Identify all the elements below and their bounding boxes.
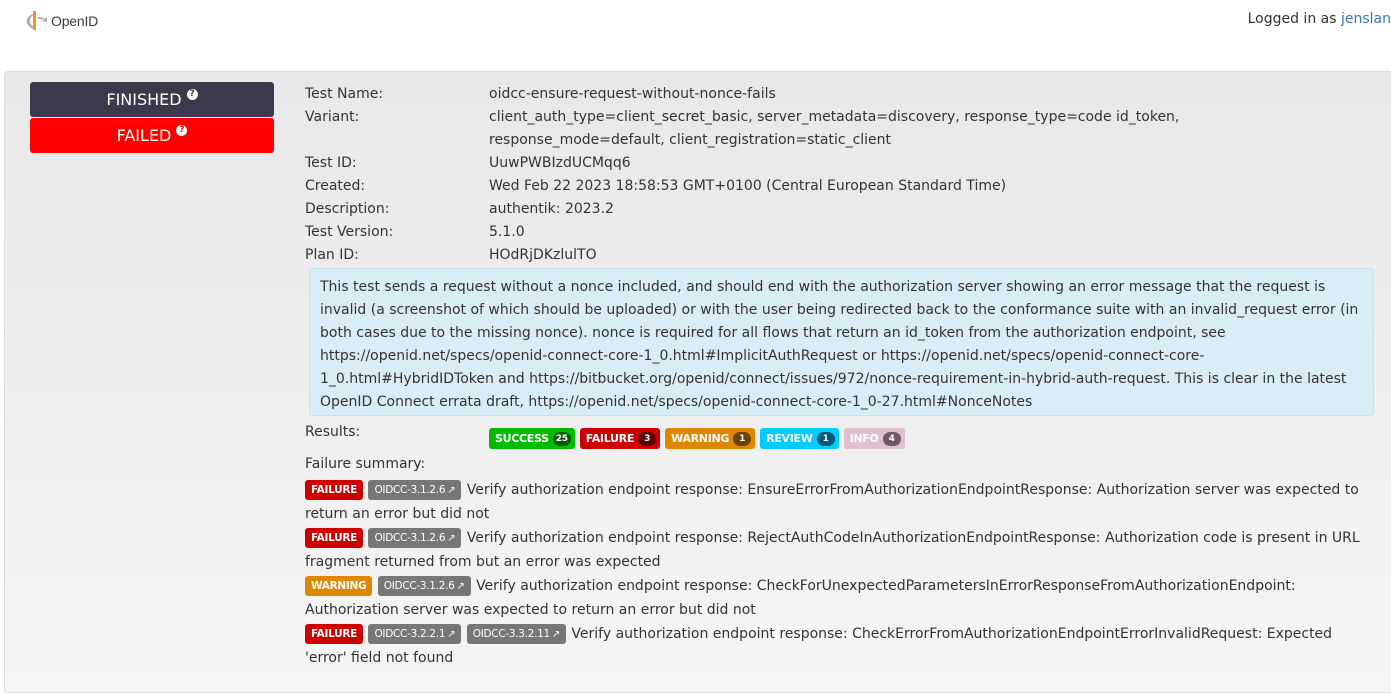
detail-label: Plan ID: bbox=[305, 247, 359, 263]
badge-count: 4 bbox=[882, 431, 901, 446]
failure-summary-item: FAILURE OIDCC-3.1.2.6 ↗ Verify authorizat… bbox=[305, 478, 1365, 526]
result-badge-review[interactable]: REVIEW 1 bbox=[760, 428, 839, 449]
detail-value: Wed Feb 22 2023 18:58:53 GMT+0100 (Centr… bbox=[489, 178, 1007, 194]
result-badge-failure[interactable]: FAILURE 3 bbox=[579, 428, 661, 449]
spec-reference-label: OIDCC-3.1.2.6 bbox=[374, 484, 446, 496]
badge-label: WARNING bbox=[671, 432, 730, 445]
link-icon: ↗ bbox=[447, 533, 456, 544]
failure-summary-item: FAILURE OIDCC-3.2.2.1 ↗ OIDCC-3.3.2.11 ↗ V… bbox=[305, 622, 1365, 670]
detail-label: Test Version: bbox=[305, 224, 394, 240]
detail-row-test-name: Test Name: oidcc-ensure-request-without-… bbox=[305, 83, 1385, 106]
link-icon: ↗ bbox=[447, 629, 456, 640]
top-bar: OpenID Logged in as jenslan bbox=[0, 0, 1391, 70]
username-link[interactable]: jenslan bbox=[1341, 11, 1391, 27]
detail-value[interactable]: HOdRjDKzlulTO bbox=[489, 244, 1385, 267]
failure-summary-item: FAILURE OIDCC-3.1.2.6 ↗ Verify authorizat… bbox=[305, 526, 1365, 574]
detail-value: oidcc-ensure-request-without-nonce-fails bbox=[489, 86, 776, 102]
logo-text: OpenID bbox=[51, 13, 99, 29]
failure-summary-list: FAILURE OIDCC-3.1.2.6 ↗ Verify authorizat… bbox=[305, 478, 1365, 670]
link-icon: ↗ bbox=[447, 485, 456, 496]
spec-reference-link[interactable]: OIDCC-3.1.2.6 ↗ bbox=[377, 576, 471, 596]
badge-count: 1 bbox=[733, 431, 752, 446]
help-icon[interactable]: ? bbox=[186, 89, 198, 100]
badge-count: 25 bbox=[552, 431, 571, 446]
status-failed: FAILED ? bbox=[30, 118, 274, 153]
level-badge-failure[interactable]: FAILURE bbox=[305, 480, 364, 500]
openid-logo-icon bbox=[26, 11, 47, 30]
badge-label: SUCCESS bbox=[495, 432, 549, 445]
detail-label: Variant: bbox=[305, 109, 360, 125]
badge-label: FAILURE bbox=[585, 432, 635, 445]
failure-message: Verify authorization endpoint response: … bbox=[305, 530, 1360, 570]
link-icon: ↗ bbox=[456, 581, 465, 592]
failure-summary-item: WARNING OIDCC-3.1.2.6 ↗ Verify authorizat… bbox=[305, 574, 1365, 622]
result-badge-info[interactable]: INFO 4 bbox=[843, 428, 905, 449]
detail-row-test-id: Test ID: UuwPWBIzdUCMqq6 bbox=[305, 152, 1385, 175]
results-label: Results: bbox=[305, 424, 361, 440]
spec-reference-label: OIDCC-3.2.2.1 bbox=[374, 628, 446, 640]
test-details: Test Name: oidcc-ensure-request-without-… bbox=[305, 83, 1385, 267]
spec-reference-link[interactable]: OIDCC-3.2.2.1 ↗ bbox=[368, 624, 462, 644]
level-badge-failure[interactable]: FAILURE bbox=[305, 528, 364, 548]
badge-count: 1 bbox=[816, 431, 835, 446]
detail-value: 5.1.0 bbox=[489, 224, 525, 240]
detail-row-plan-id: Plan ID: HOdRjDKzlulTO bbox=[305, 244, 1385, 267]
status-finished-label: FINISHED bbox=[106, 90, 182, 109]
detail-label: Description: bbox=[305, 201, 390, 217]
level-badge-failure[interactable]: FAILURE bbox=[305, 624, 364, 644]
failure-summary-label: Failure summary: bbox=[305, 456, 426, 472]
login-prefix: Logged in as bbox=[1247, 11, 1337, 27]
spec-reference-link[interactable]: OIDCC-3.1.2.6 ↗ bbox=[368, 528, 462, 548]
status-finished: FINISHED ? bbox=[30, 82, 274, 117]
results-badges: SUCCESS 25 FAILURE 3 WARNING 1 REVIEW 1 INFO 4 bbox=[489, 428, 905, 449]
failure-message: Verify authorization endpoint response: … bbox=[305, 482, 1359, 522]
openid-logo[interactable]: OpenID bbox=[24, 6, 98, 36]
detail-label: Created: bbox=[305, 178, 366, 194]
detail-row-created: Created: Wed Feb 22 2023 18:58:53 GMT+01… bbox=[305, 175, 1385, 198]
detail-row-variant: Variant: client_auth_type=client_secret_… bbox=[305, 106, 1385, 152]
status-column: FINISHED ? FAILED ? bbox=[30, 82, 274, 154]
badge-label: REVIEW bbox=[766, 432, 813, 445]
spec-reference-label: OIDCC-3.1.2.6 bbox=[383, 580, 455, 592]
link-icon: ↗ bbox=[551, 629, 560, 640]
help-icon[interactable]: ? bbox=[176, 125, 188, 136]
spec-reference-label: OIDCC-3.1.2.6 bbox=[374, 532, 446, 544]
detail-label: Test Name: bbox=[305, 86, 384, 102]
test-description-box: This test sends a request without a nonc… bbox=[309, 268, 1374, 416]
detail-value: UuwPWBIzdUCMqq6 bbox=[489, 155, 631, 171]
detail-row-description: Description: authentik: 2023.2 bbox=[305, 198, 1385, 221]
badge-label: INFO bbox=[849, 432, 879, 445]
login-status: Logged in as jenslan bbox=[1248, 11, 1391, 27]
detail-label: Test ID: bbox=[305, 155, 357, 171]
status-failed-label: FAILED bbox=[116, 126, 172, 145]
detail-value: authentik: 2023.2 bbox=[489, 201, 614, 217]
result-badge-warning[interactable]: WARNING 1 bbox=[665, 428, 756, 449]
spec-reference-link[interactable]: OIDCC-3.3.2.11 ↗ bbox=[466, 624, 566, 644]
spec-reference-link[interactable]: OIDCC-3.1.2.6 ↗ bbox=[368, 480, 462, 500]
badge-count: 3 bbox=[638, 431, 657, 446]
level-badge-warning[interactable]: WARNING bbox=[305, 576, 373, 596]
detail-value: client_auth_type=client_secret_basic, se… bbox=[489, 109, 1180, 148]
spec-reference-label: OIDCC-3.3.2.11 bbox=[472, 628, 550, 640]
detail-row-test-version: Test Version: 5.1.0 bbox=[305, 221, 1385, 244]
result-badge-success[interactable]: SUCCESS 25 bbox=[489, 428, 575, 449]
